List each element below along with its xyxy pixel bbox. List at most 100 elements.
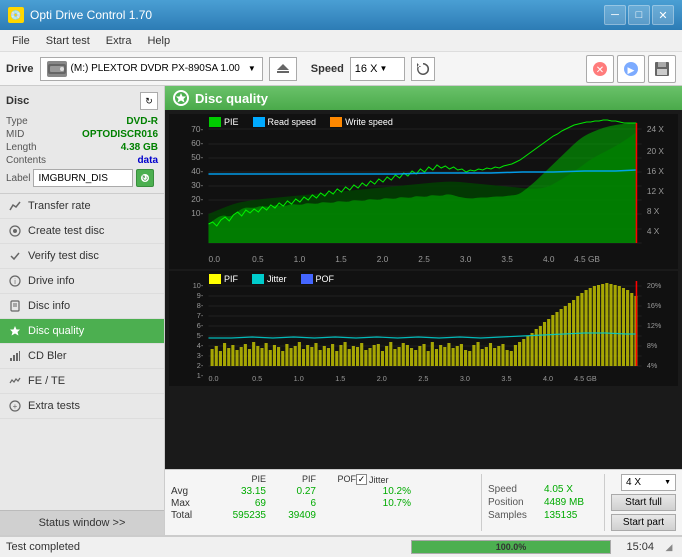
svg-text:12%: 12% [647, 322, 662, 330]
svg-text:↻: ↻ [142, 174, 149, 183]
legend-read-speed-label: Read speed [268, 117, 317, 127]
svg-text:4.0: 4.0 [543, 255, 555, 264]
disc-refresh-button[interactable]: ↻ [140, 92, 158, 110]
svg-text:12 X: 12 X [647, 187, 665, 196]
svg-text:5-: 5- [197, 332, 204, 340]
legend-write-speed-label: Write speed [345, 117, 393, 127]
charts-area: PIE Read speed Write speed [165, 110, 682, 469]
erase-button[interactable]: ✕ [586, 55, 614, 83]
main-layout: Disc ↻ Type DVD-R MID OPTODISCR016 Lengt… [0, 86, 682, 535]
stats-max-label: Max [171, 498, 206, 509]
legend-pof: POF [301, 274, 335, 284]
stats-buttons: 4 X ▼ Start full Start part [611, 474, 676, 531]
status-window-button[interactable]: Status window >> [0, 510, 164, 535]
stats-samples-value: 135135 [544, 510, 577, 521]
start-part-button[interactable]: Start part [611, 514, 676, 531]
svg-text:1.5: 1.5 [335, 375, 345, 383]
disc-label-input[interactable] [33, 169, 133, 187]
title-bar: 💿 Opti Drive Control 1.70 ─ □ ✕ [0, 0, 682, 30]
svg-text:✕: ✕ [596, 65, 604, 76]
legend-jitter-color [252, 274, 264, 284]
burn-button[interactable]: ▶ [617, 55, 645, 83]
sidebar-item-disc-info[interactable]: Disc info [0, 294, 164, 319]
legend-pif-color [209, 274, 221, 284]
drive-value: (M:) PLEXTOR DVDR PX-890SA 1.00 [71, 63, 240, 74]
refresh-button[interactable] [411, 57, 435, 81]
stats-total-pie: 595235 [206, 510, 266, 521]
sidebar-item-extra-tests[interactable]: + Extra tests [0, 394, 164, 419]
sidebar-item-create-test-disc[interactable]: Create test disc [0, 219, 164, 244]
stats-avg-pof [316, 486, 356, 497]
svg-text:3.0: 3.0 [460, 375, 470, 383]
menu-help[interactable]: Help [139, 33, 178, 49]
menu-starttest[interactable]: Start test [38, 33, 98, 49]
disc-label-edit-button[interactable]: ↻ [136, 169, 154, 187]
svg-text:16%: 16% [647, 302, 662, 310]
stats-jitter-label: Jitter [369, 475, 389, 485]
svg-text:0.5: 0.5 [252, 375, 262, 383]
sidebar-item-transfer-rate[interactable]: Transfer rate [0, 194, 164, 219]
status-text: Test completed [6, 541, 403, 553]
legend-write-speed: Write speed [330, 117, 393, 127]
svg-text:60-: 60- [191, 139, 203, 148]
svg-text:4 X: 4 X [647, 227, 660, 236]
svg-text:2.0: 2.0 [377, 375, 387, 383]
sidebar-item-verify-test-disc[interactable]: Verify test disc [0, 244, 164, 269]
legend-pie-color [209, 117, 221, 127]
svg-text:50-: 50- [191, 153, 203, 162]
jitter-checkbox[interactable]: ✓ [356, 474, 367, 485]
svg-text:9-: 9- [197, 292, 204, 300]
disc-mid-value: OPTODISCR016 [82, 129, 158, 140]
legend-read-speed-color [253, 117, 265, 127]
svg-text:2.5: 2.5 [418, 255, 430, 264]
svg-text:4.5 GB: 4.5 GB [574, 255, 600, 264]
legend-read-speed: Read speed [253, 117, 317, 127]
save-button[interactable] [648, 55, 676, 83]
sidebar-item-drive-info[interactable]: i Drive info [0, 269, 164, 294]
svg-text:4.0: 4.0 [543, 375, 553, 383]
disc-info-icon [8, 299, 22, 313]
stats-total-pof [316, 510, 356, 521]
sidebar-item-cd-bler[interactable]: CD Bler [0, 344, 164, 369]
resize-handle[interactable]: ◢ [662, 540, 676, 554]
svg-text:▶: ▶ [628, 65, 635, 75]
svg-text:1.0: 1.0 [294, 375, 304, 383]
close-button[interactable]: ✕ [652, 5, 674, 25]
svg-text:4-: 4- [197, 342, 204, 350]
stats-col-pie: PIE [206, 474, 266, 485]
stats-samples-row: Samples 135135 [488, 510, 598, 521]
stats-avg-row: Avg 33.15 0.27 10.2% [171, 486, 475, 497]
svg-text:3-: 3- [197, 352, 204, 360]
svg-text:0.5: 0.5 [252, 255, 264, 264]
progress-bar: 100.0% [411, 540, 611, 554]
svg-text:8%: 8% [647, 342, 658, 350]
stats-max-pie: 69 [206, 498, 266, 509]
speed-value: 16 X [355, 63, 378, 75]
maximize-button[interactable]: □ [628, 5, 650, 25]
start-full-button[interactable]: Start full [611, 494, 676, 511]
stats-speed-row: Speed 4.05 X [488, 484, 598, 495]
stats-position-value: 4489 MB [544, 497, 584, 508]
stats-position-label: Position [488, 497, 540, 508]
app-title: Opti Drive Control 1.70 [30, 8, 152, 22]
svg-text:10-: 10- [191, 209, 203, 218]
speed-dropdown[interactable]: 4 X ▼ [621, 474, 676, 491]
speed-select[interactable]: 16 X ▼ [350, 57, 405, 81]
drive-bar: Drive (M:) PLEXTOR DVDR PX-890SA 1.00 ▼ … [0, 52, 682, 86]
stats-speed-label: Speed [488, 484, 540, 495]
sidebar-item-fe-te[interactable]: FE / TE [0, 369, 164, 394]
drive-eject-button[interactable] [269, 57, 297, 81]
svg-text:20 X: 20 X [647, 147, 665, 156]
menu-extra[interactable]: Extra [98, 33, 140, 49]
menu-file[interactable]: File [4, 33, 38, 49]
svg-text:4.5 GB: 4.5 GB [574, 375, 597, 383]
sidebar-item-disc-quality[interactable]: Disc quality [0, 319, 164, 344]
stats-col-pif: PIF [266, 474, 316, 485]
svg-text:8 X: 8 X [647, 207, 660, 216]
drive-select[interactable]: (M:) PLEXTOR DVDR PX-890SA 1.00 ▼ [40, 57, 263, 81]
minimize-button[interactable]: ─ [604, 5, 626, 25]
disc-quality-icon [8, 324, 22, 338]
stats-bar: PIE PIF POF ✓ Jitter Avg 33.15 0.27 10.2… [165, 469, 682, 535]
stats-header-row: PIE PIF POF ✓ Jitter [171, 474, 475, 485]
stats-max-jitter: 10.7% [356, 498, 411, 509]
